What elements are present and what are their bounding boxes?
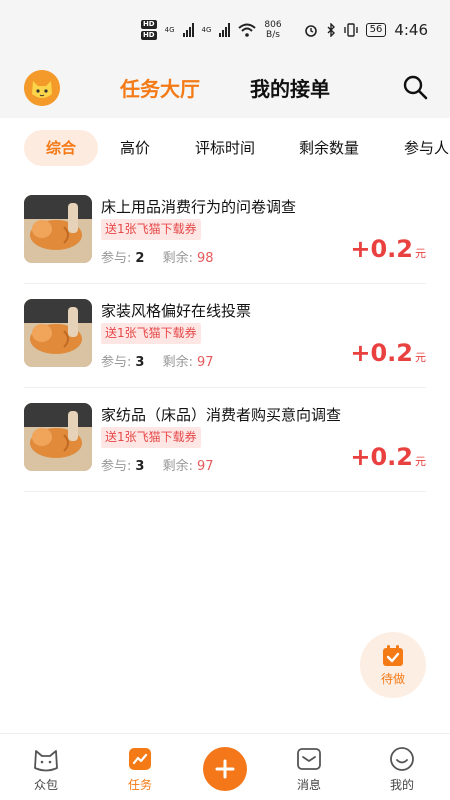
wifi-icon — [238, 23, 257, 37]
filter-remaining[interactable]: 剩余数量 — [299, 130, 359, 166]
clock: 4:46 — [394, 21, 428, 39]
remaining-count: 98 — [196, 251, 214, 266]
coupon-badge: 送1张飞猫下载券 — [101, 323, 201, 344]
task-chart-icon — [129, 748, 151, 770]
task-thumbnail — [24, 195, 92, 263]
cat-avatar-icon — [24, 70, 60, 106]
network-type-2: 4G — [201, 26, 212, 34]
alarm-icon — [304, 25, 317, 37]
task-title: 家装风格偏好在线投票 — [101, 302, 252, 320]
bottom-nav: 众包 任务 消息 我的 — [0, 733, 450, 800]
remaining-label: 剩余: — [162, 251, 193, 266]
filter-bid-time[interactable]: 评标时间 — [195, 130, 255, 166]
filter-bar: 综合 高价 评标时间 剩余数量 参与人 — [0, 118, 450, 180]
task-reward: +0.2 元 — [350, 443, 426, 471]
task-item[interactable]: 床上用品消费行为的问卷调查 送1张飞猫下载券 参与: 2 剩余: 98 +0.2 元 — [24, 180, 426, 284]
nav-mine[interactable]: 我的 — [372, 746, 432, 793]
plus-icon — [215, 759, 235, 779]
tab-task-hall[interactable]: 任务大厅 — [120, 73, 200, 102]
participants-count: 3 — [135, 459, 145, 474]
task-thumbnail — [24, 299, 92, 367]
nav-messages-label: 消息 — [296, 778, 321, 792]
coupon-badge: 送1张飞猫下载券 — [101, 427, 201, 448]
nav-tasks-label: 任务 — [127, 778, 152, 792]
task-title: 家纺品（床品）消费者购买意向调查 — [101, 406, 342, 424]
participants-count: 2 — [135, 251, 145, 266]
signal-icon-2 — [219, 23, 231, 37]
nav-messages[interactable]: 消息 — [279, 746, 339, 793]
reward-unit: 元 — [415, 351, 426, 364]
bluetooth-icon — [327, 23, 335, 37]
task-title: 床上用品消费行为的问卷调查 — [101, 198, 297, 216]
cat-face-icon — [34, 750, 58, 772]
avatar[interactable] — [24, 70, 60, 106]
task-item[interactable]: 家装风格偏好在线投票 送1张飞猫下载券 参与: 3 剩余: 97 +0.2 元 — [24, 284, 426, 388]
nav-home[interactable]: 众包 — [16, 746, 76, 793]
filter-high-price[interactable]: 高价 — [120, 130, 150, 166]
filter-participants[interactable]: 参与人 — [404, 130, 449, 166]
tab-my-orders[interactable]: 我的接单 — [250, 73, 330, 102]
hd-icon: HD HD — [140, 20, 157, 40]
participants-label: 参与: — [101, 355, 132, 370]
reward-amount: +0.2 — [350, 339, 413, 367]
task-list: 床上用品消费行为的问卷调查 送1张飞猫下载券 参与: 2 剩余: 98 +0.2 元 … — [0, 180, 450, 492]
participants-count: 3 — [135, 355, 145, 370]
reward-amount: +0.2 — [350, 443, 413, 471]
app-header: 任务大厅 我的接单 — [0, 60, 450, 118]
net-speed: 806 B/s — [264, 20, 282, 40]
remaining-count: 97 — [196, 459, 214, 474]
remaining-count: 97 — [196, 355, 214, 370]
coupon-badge: 送1张飞猫下载券 — [101, 219, 201, 240]
participants-label: 参与: — [101, 459, 132, 474]
reward-amount: +0.2 — [350, 235, 413, 263]
signal-icon — [182, 23, 194, 37]
add-button[interactable] — [203, 747, 247, 791]
smile-icon — [390, 747, 414, 771]
reward-unit: 元 — [415, 247, 426, 260]
filter-comprehensive[interactable]: 综合 — [24, 130, 99, 166]
nav-home-label: 众包 — [33, 778, 58, 792]
battery-icon: 56 — [365, 23, 387, 37]
task-stats: 参与: 3 剩余: 97 — [101, 351, 214, 370]
search-icon[interactable] — [402, 74, 428, 100]
task-stats: 参与: 2 剩余: 98 — [101, 247, 214, 266]
task-reward: +0.2 元 — [350, 235, 426, 263]
vibrate-icon — [343, 23, 358, 37]
reward-unit: 元 — [415, 455, 426, 468]
calendar-check-icon — [383, 644, 403, 666]
task-stats: 参与: 3 剩余: 97 — [101, 455, 214, 474]
remaining-label: 剩余: — [162, 459, 193, 474]
remaining-label: 剩余: — [162, 355, 193, 370]
todo-label: 待做 — [380, 671, 405, 686]
nav-mine-label: 我的 — [389, 778, 414, 792]
todo-button[interactable]: 待做 — [360, 632, 426, 698]
network-type: 4G — [164, 26, 175, 34]
status-bar: HD HD 4G 4G 806 B/s 56 4:46 — [0, 0, 450, 60]
message-icon — [297, 748, 321, 770]
task-reward: +0.2 元 — [350, 339, 426, 367]
task-thumbnail — [24, 403, 92, 471]
task-item[interactable]: 家纺品（床品）消费者购买意向调查 送1张飞猫下载券 参与: 3 剩余: 97 +0.… — [24, 388, 426, 492]
participants-label: 参与: — [101, 251, 132, 266]
nav-tasks[interactable]: 任务 — [110, 746, 170, 793]
